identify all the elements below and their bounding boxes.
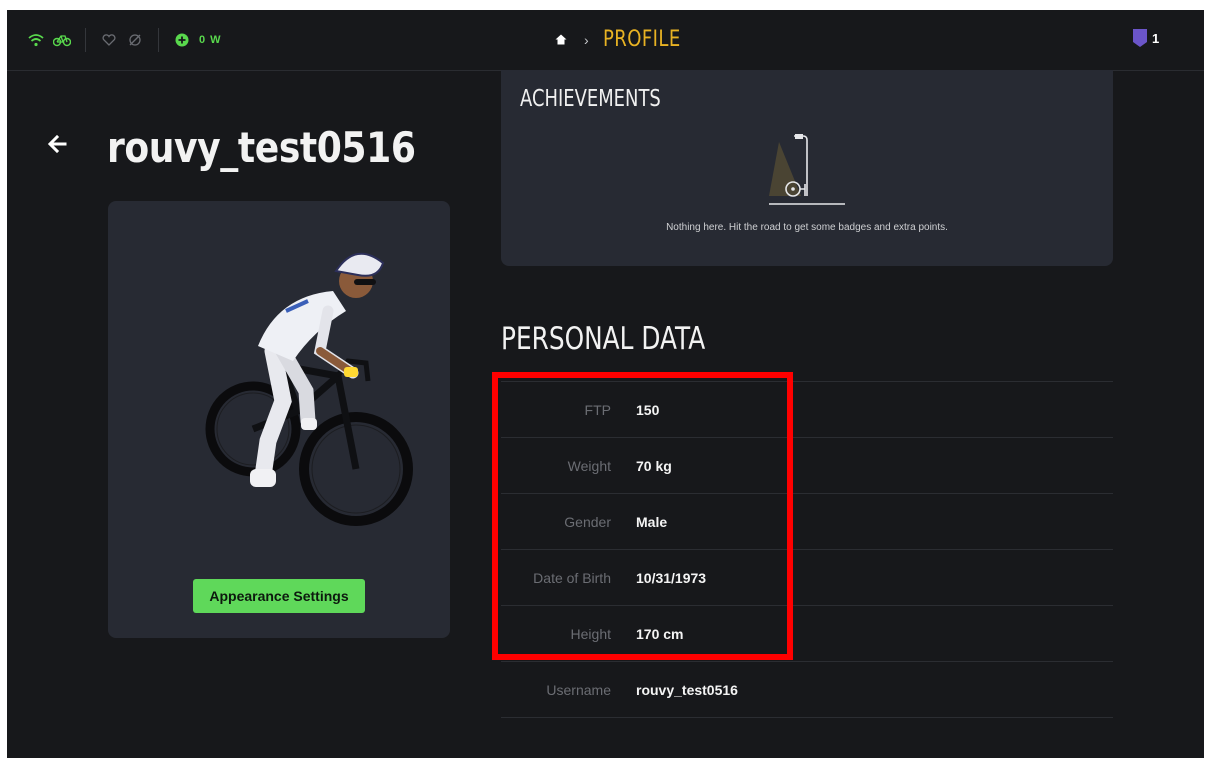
appearance-settings-button[interactable]: Appearance Settings xyxy=(193,579,365,613)
power-plus-icon[interactable] xyxy=(173,31,191,49)
home-icon[interactable] xyxy=(552,31,570,49)
back-arrow-icon[interactable] xyxy=(47,134,67,158)
device-status: 0 W xyxy=(27,28,222,52)
achievements-title: ACHIEVEMENTS xyxy=(520,86,661,112)
field-label: Username xyxy=(546,681,611,698)
field-value: rouvy_test0516 xyxy=(636,681,738,698)
wifi-icon[interactable] xyxy=(27,31,45,49)
top-bar: 0 W › PROFILE 1 xyxy=(7,10,1204,71)
divider xyxy=(85,28,86,52)
bike-trainer-icon[interactable] xyxy=(53,31,71,49)
divider xyxy=(158,28,159,52)
avatar-card: Appearance Settings xyxy=(108,201,450,638)
cadence-off-icon[interactable] xyxy=(126,31,144,49)
street-lamp-bike-icon xyxy=(769,134,845,205)
achievements-card: ACHIEVEMENTS Nothing here. Hit the road … xyxy=(501,70,1113,266)
personal-data-title: PERSONAL DATA xyxy=(501,321,706,357)
badge-count: 1 xyxy=(1152,30,1160,46)
profile-username: rouvy_test0516 xyxy=(107,123,416,172)
heart-rate-icon[interactable] xyxy=(100,31,118,49)
cyclist-avatar xyxy=(205,252,413,526)
shield-badge-icon xyxy=(1131,29,1149,47)
page-title: PROFILE xyxy=(602,27,681,52)
username-row: Username rouvy_test0516 xyxy=(501,661,1113,718)
app-window: 0 W › PROFILE 1 rouvy_test0516 Appearanc… xyxy=(7,10,1204,758)
achievements-empty-message: Nothing here. Hit the road to get some b… xyxy=(666,222,948,233)
chevron-right-icon: › xyxy=(584,31,589,48)
highlight-box xyxy=(492,372,793,660)
breadcrumb: › PROFILE xyxy=(552,27,697,52)
power-readout: 0 W xyxy=(199,34,222,46)
rank-badge[interactable]: 1 xyxy=(1131,29,1159,47)
